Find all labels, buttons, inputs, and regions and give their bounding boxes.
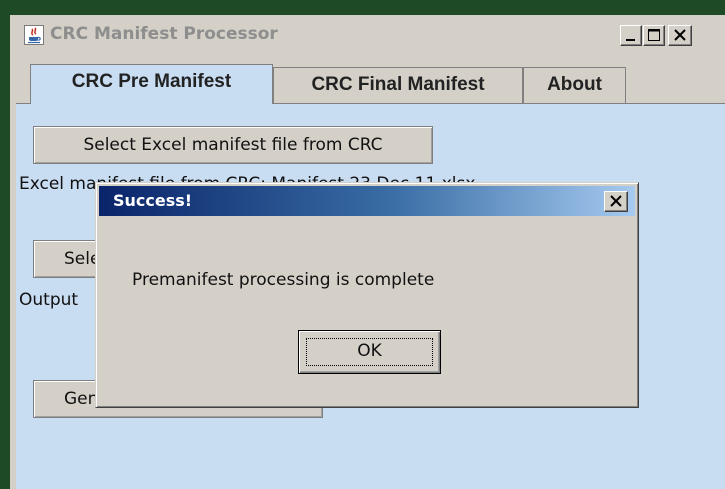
dialog-close-button[interactable] [604,191,628,212]
close-button[interactable] [668,25,692,46]
minimize-icon [626,39,635,41]
screen-frame: CRC Manifest Processor CRC Pre Manifest … [0,0,725,489]
tab-about[interactable]: About [523,67,626,103]
tab-crc-pre-manifest[interactable]: CRC Pre Manifest [30,64,273,104]
maximize-icon [648,29,660,41]
java-icon [24,25,44,45]
window-titlebar[interactable]: CRC Manifest Processor [10,15,725,54]
close-icon [610,195,622,207]
window-title: CRC Manifest Processor [50,24,278,44]
tab-crc-final-manifest[interactable]: CRC Final Manifest [273,67,523,103]
minimize-button[interactable] [620,25,642,46]
dialog-title: Success! [113,191,193,210]
output-label: Output [19,290,79,310]
ok-button[interactable]: OK [298,330,441,374]
dialog-titlebar[interactable]: Success! [99,186,635,216]
ok-button-label: OK [306,338,433,366]
close-icon [674,29,686,41]
success-dialog: Success! Premanifest processing is compl… [95,182,639,408]
dialog-message: Premanifest processing is complete [132,270,435,290]
select-excel-file-button[interactable]: Select Excel manifest file from CRC [33,126,433,164]
maximize-button[interactable] [643,25,665,46]
